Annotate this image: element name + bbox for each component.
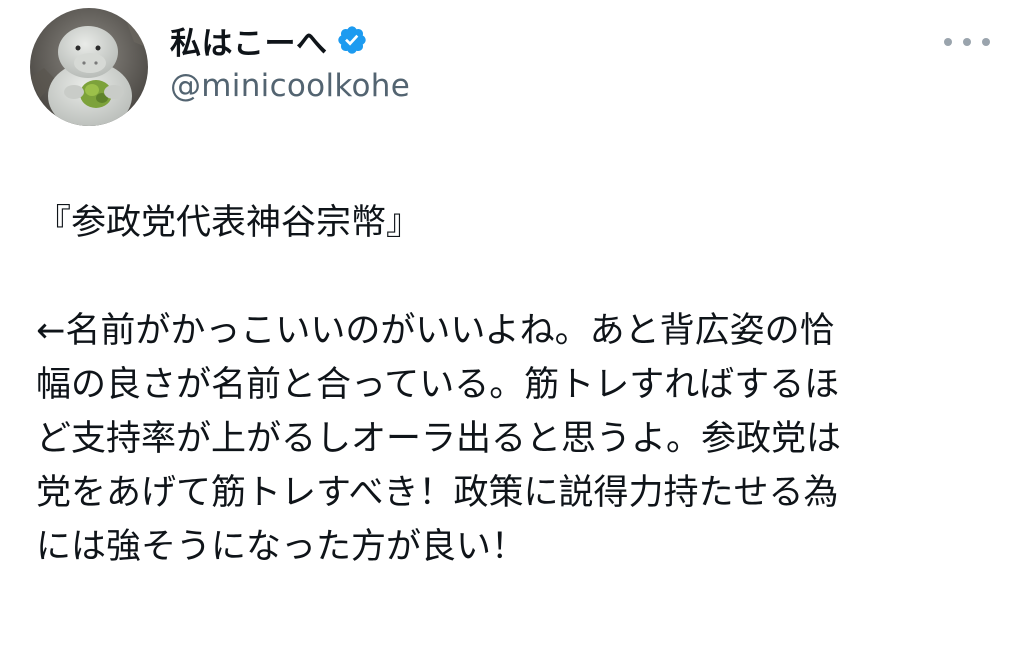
tweet-line: ←名前がかっこいいのがいいよね。あと背広姿の恰	[36, 311, 835, 351]
user-handle[interactable]: @minicoolkohe	[170, 68, 410, 104]
tweet-line: 幅の良さが名前と合っている。筋トレすればするほ	[36, 365, 840, 405]
verified-badge-icon	[336, 24, 368, 56]
more-options-icon[interactable]	[944, 32, 990, 52]
avatar[interactable]	[30, 8, 148, 126]
dot	[982, 38, 990, 46]
dot	[963, 38, 971, 46]
tweet: 私はこーへ @minicoolkohe 『参政党代表神谷宗幣』 ←名前がかっこい…	[0, 0, 1024, 648]
tweet-line: には強そうになった方が良い！	[36, 527, 527, 567]
tweet-text: 『参政党代表神谷宗幣』 ←名前がかっこいいのがいいよね。あと背広姿の恰 幅の良さ…	[36, 196, 996, 574]
display-name[interactable]: 私はこーへ	[170, 18, 328, 63]
tweet-line: 『参政党代表神谷宗幣』	[36, 203, 422, 243]
tweet-line: 党をあげて筋トレすべき！政策に説得力持たせる為	[36, 473, 839, 513]
tweet-line: ど支持率が上がるしオーラ出ると思うよ。参政党は	[36, 419, 842, 459]
display-name-row: 私はこーへ	[170, 18, 368, 62]
manatee-plush-icon	[30, 8, 148, 126]
dot	[944, 38, 952, 46]
